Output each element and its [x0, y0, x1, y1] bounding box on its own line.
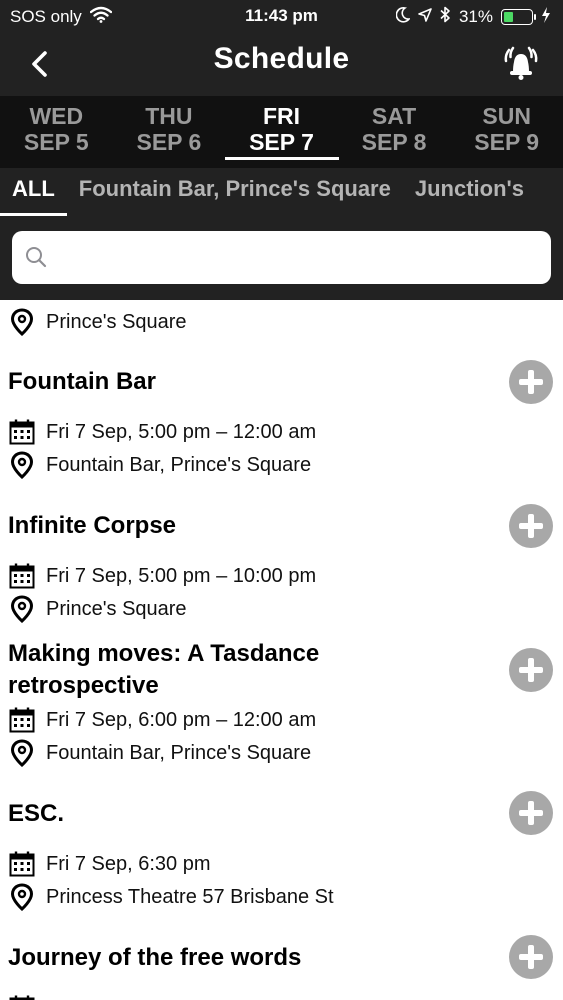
location-pin-icon	[10, 883, 34, 911]
search-icon	[26, 247, 47, 268]
event-time: Fri 7 Sep, 6:00 pm – 12:00 am	[46, 708, 317, 731]
calendar-icon	[9, 419, 35, 445]
tab-dow: THU	[145, 103, 193, 129]
tab-sat[interactable]: SAT SEP 8	[338, 96, 451, 168]
location-pin-icon	[10, 739, 34, 767]
list-item[interactable]: ESC. Fri 7 Sep, 6:30 pm Princess Theatre…	[0, 791, 563, 930]
event-title: Making moves: A Tasdance retrospective	[8, 640, 320, 699]
add-to-schedule-button[interactable]	[509, 504, 553, 548]
status-bar: SOS only 11:43 pm 31%	[0, 0, 563, 34]
tab-date: SEP 6	[136, 129, 202, 155]
event-title: Journey of the free words	[8, 944, 302, 971]
event-title: ESC.	[8, 800, 65, 827]
venue-tabs: ALL Fountain Bar, Prince's Square Juncti…	[0, 168, 563, 216]
event-list[interactable]: Prince's Square Fountain Bar Fri 7 Sep, …	[0, 300, 563, 1000]
calendar-icon	[9, 563, 35, 589]
event-time-row: Fri 7 Sep, 5:00 pm – 10:00 pm	[8, 562, 316, 590]
event-location-row: Princess Theatre 57 Brisbane St	[8, 883, 334, 911]
moon-icon	[395, 6, 411, 28]
tab-date: SEP 9	[474, 129, 540, 155]
battery-percent: 31%	[458, 7, 493, 26]
tab-thu[interactable]: THU SEP 6	[113, 96, 226, 168]
event-time: Fri 7 Sep, 6:30 pm	[46, 852, 211, 875]
event-location: Princess Theatre 57 Brisbane St	[46, 885, 334, 908]
event-time-row: Fri 7 Sep, 6:00 pm – 12:00 am	[8, 706, 316, 734]
tab-date: SEP 7	[249, 129, 314, 155]
event-location-row: Fountain Bar, Prince's Square	[8, 739, 311, 767]
header-area: SOS only 11:43 pm 31% Schedule WED SEP 5…	[0, 0, 563, 300]
search-input[interactable]	[58, 239, 538, 275]
event-location: Prince's Square	[46, 597, 187, 620]
partial-location-row: Prince's Square	[8, 308, 187, 336]
list-item[interactable]: Infinite Corpse Fri 7 Sep, 5:00 pm – 10:…	[0, 504, 563, 642]
tab-fri[interactable]: FRI SEP 7	[225, 96, 339, 168]
battery-icon	[501, 9, 536, 25]
tab-dow: SAT	[371, 103, 417, 129]
tab-date: SEP 8	[361, 129, 427, 155]
venue-tab-all[interactable]: ALL	[0, 168, 67, 216]
location-pin-icon	[10, 451, 34, 479]
location-text: Prince's Square	[46, 310, 187, 333]
venue-tab-junctions[interactable]: Junction's	[403, 168, 536, 216]
location-arrow-icon	[418, 7, 432, 27]
tab-sun[interactable]: SUN SEP 9	[450, 96, 563, 168]
tab-dow: SUN	[482, 103, 531, 129]
day-tabs: WED SEP 5 THU SEP 6 FRI SEP 7 SAT SEP 8 …	[0, 96, 563, 168]
location-pin-icon	[10, 595, 34, 623]
status-right: 31%	[395, 6, 551, 28]
add-to-schedule-button[interactable]	[509, 648, 553, 692]
event-location-row: Fountain Bar, Prince's Square	[8, 451, 311, 479]
alarm-bell-icon	[504, 46, 538, 80]
event-time: Fri 7 Sep, 5:00 pm – 10:00 pm	[46, 564, 317, 587]
list-item[interactable]: Fountain Bar Fri 7 Sep, 5:00 pm – 12:00 …	[0, 360, 563, 498]
event-location: Fountain Bar, Prince's Square	[46, 741, 312, 764]
calendar-icon	[9, 707, 35, 733]
tab-wed[interactable]: WED SEP 5	[0, 96, 113, 168]
tab-dow: WED	[29, 103, 84, 129]
event-title: Infinite Corpse	[8, 512, 177, 539]
event-time-row: Fri 7 Sep, 5:00 pm – 12:00 am	[8, 418, 316, 446]
event-time: Fri 7 Sep, 5:00 pm – 12:00 am	[46, 420, 317, 443]
add-to-schedule-button[interactable]	[509, 791, 553, 835]
event-location: Fountain Bar, Prince's Square	[46, 453, 312, 476]
tab-date: SEP 5	[23, 129, 89, 155]
add-to-schedule-button[interactable]	[509, 935, 553, 979]
navbar: Schedule	[0, 34, 563, 96]
event-time-row: Fri 7 Sep, 6:30 pm	[8, 850, 211, 878]
venue-tab-fountain-bar[interactable]: Fountain Bar, Prince's Square	[67, 168, 403, 216]
tab-dow: FRI	[262, 103, 301, 129]
event-title: Fountain Bar	[8, 368, 156, 395]
list-item[interactable]: Journey of the free words	[0, 935, 563, 1000]
list-item[interactable]: Making moves: A Tasdance retrospective F…	[0, 638, 563, 776]
search-box[interactable]	[12, 231, 551, 284]
page-title: Schedule	[213, 42, 350, 75]
calendar-icon	[9, 851, 35, 877]
charging-icon	[541, 6, 551, 28]
event-location-row: Prince's Square	[8, 595, 187, 623]
calendar-icon	[9, 995, 35, 1000]
add-to-schedule-button[interactable]	[509, 360, 553, 404]
bluetooth-icon	[440, 6, 451, 28]
battery-fill	[504, 12, 514, 22]
location-pin-icon	[10, 308, 34, 336]
alarm-button[interactable]	[501, 42, 541, 82]
